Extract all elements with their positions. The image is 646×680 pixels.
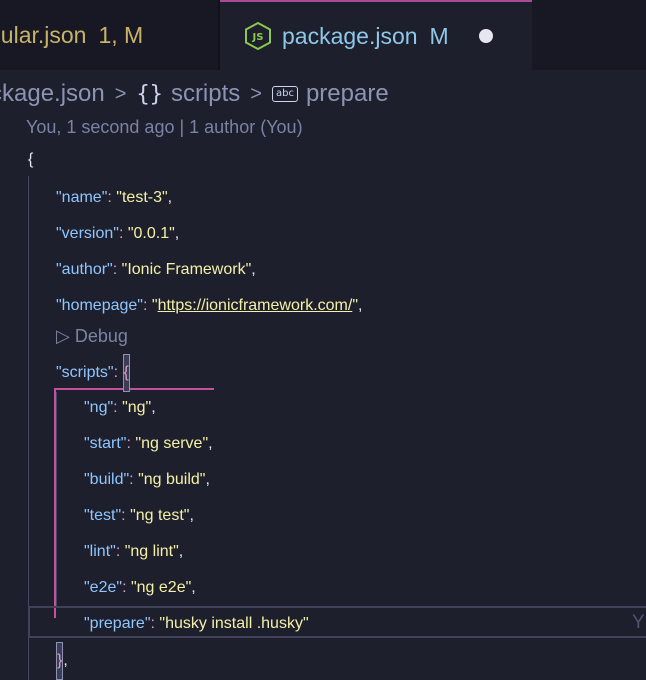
breadcrumb: ckage.json > {} scripts > abc prepare bbox=[0, 78, 389, 110]
inline-blame-ghost: Y bbox=[632, 612, 645, 633]
code-line: "build": "ng build", bbox=[84, 471, 210, 488]
bracket-pair-guide bbox=[54, 388, 56, 618]
code-line: "version": "0.0.1", bbox=[56, 225, 180, 242]
tab-status: 1, M bbox=[98, 21, 144, 48]
tab-package-json[interactable]: JS package.json M bbox=[220, 0, 532, 70]
chevron-right-icon: > bbox=[250, 82, 262, 105]
breadcrumb-scripts[interactable]: scripts bbox=[171, 80, 240, 108]
code-line: }, bbox=[56, 642, 68, 680]
matching-bracket: { bbox=[122, 354, 130, 392]
code-line: "scripts": { bbox=[56, 354, 130, 392]
tab-label: gular.json bbox=[0, 21, 87, 48]
tab-label: package.json bbox=[282, 22, 418, 49]
code-line: "e2e": "ng e2e", bbox=[84, 579, 196, 596]
chevron-right-icon: > bbox=[114, 82, 127, 105]
tab-status: M bbox=[429, 22, 449, 49]
code-line: "test": "ng test", bbox=[84, 507, 194, 524]
code-line: "name": "test-3", bbox=[56, 189, 173, 206]
debug-codelens[interactable]: ▷ Debug bbox=[56, 326, 128, 347]
breadcrumb-prepare[interactable]: prepare bbox=[306, 80, 389, 108]
indent-guide bbox=[56, 392, 57, 608]
code-line: { bbox=[28, 151, 34, 168]
unsaved-dot-icon[interactable] bbox=[478, 29, 493, 43]
nodejs-icon: JS bbox=[244, 22, 272, 50]
svg-text:JS: JS bbox=[252, 32, 264, 43]
code-line: "homepage": "https://ionicframework.com/… bbox=[56, 297, 363, 314]
homepage-link[interactable]: https://ionicframework.com/ bbox=[158, 297, 353, 314]
code-line: "prepare": "husky install .husky" bbox=[84, 615, 309, 632]
string-symbol-icon: abc bbox=[271, 86, 298, 102]
code-line: "lint": "ng lint", bbox=[84, 543, 184, 560]
code-line: "ng": "ng", bbox=[84, 399, 156, 416]
code-line: "author": "Ionic Framework", bbox=[56, 261, 256, 278]
code-line: "start": "ng serve", bbox=[84, 435, 213, 452]
object-symbol-icon: {} bbox=[136, 81, 163, 107]
indent-guide bbox=[28, 176, 29, 680]
git-blame-codelens[interactable]: You, 1 second ago | 1 author (You) bbox=[26, 117, 303, 138]
breadcrumb-file[interactable]: ckage.json bbox=[0, 80, 105, 108]
tab-bar: gular.json 1, M JS package.json M bbox=[0, 0, 646, 70]
tab-angular-json[interactable]: gular.json 1, M bbox=[0, 0, 219, 70]
